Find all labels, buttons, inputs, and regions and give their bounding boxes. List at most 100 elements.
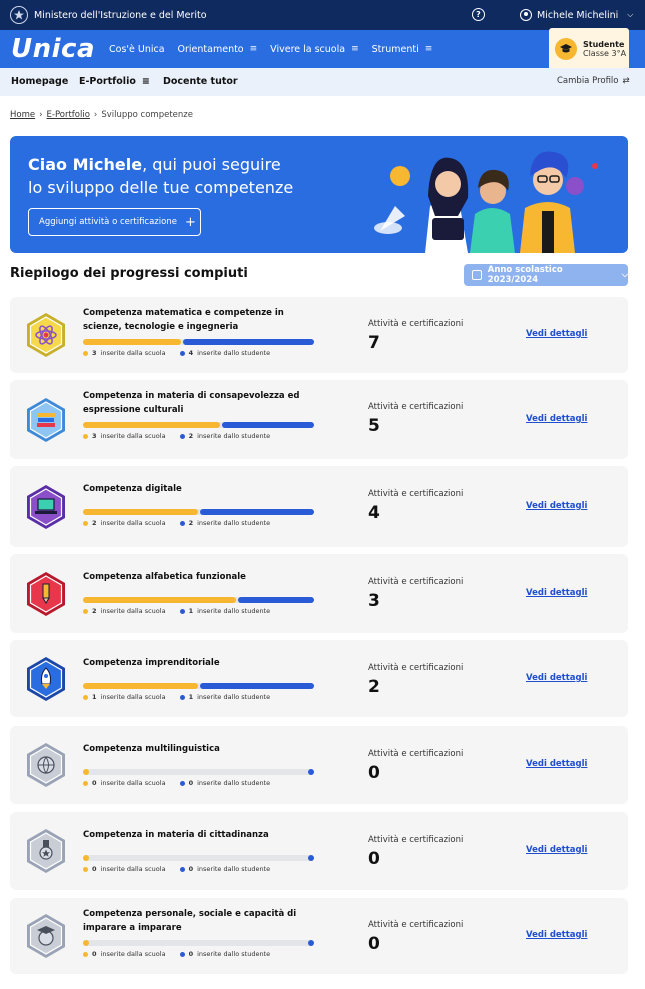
- legend-school: 2 inserite dalla scuola: [83, 519, 166, 527]
- switch-icon: ⇄: [622, 76, 630, 86]
- graduation-cap-icon: [555, 38, 577, 60]
- activities-label: Attività e certificazioni: [368, 663, 464, 673]
- competence-title: Competenza imprenditoriale: [83, 658, 220, 668]
- view-details-link[interactable]: Vedi dettagli: [526, 588, 587, 598]
- progress-bar: [83, 339, 314, 345]
- nav-item-label: Strumenti: [371, 43, 419, 55]
- progress-student-segment: [199, 683, 314, 689]
- progress-school-segment: [83, 422, 221, 428]
- student-count: 1: [188, 693, 194, 701]
- view-details-link[interactable]: Vedi dettagli: [526, 329, 587, 339]
- subnav-homepage[interactable]: Homepage: [11, 76, 68, 87]
- student-label: inserite dallo studente: [197, 693, 271, 701]
- profile-box[interactable]: Studente Classe 3°A: [549, 28, 629, 70]
- student-count: 0: [188, 779, 194, 787]
- student-dot-icon: [179, 350, 185, 356]
- breadcrumb-eportfolio[interactable]: E-Portfolio: [47, 110, 90, 120]
- progress-bar: [83, 769, 314, 775]
- school-count: 2: [92, 519, 97, 527]
- chevron-down-icon: ⌵: [621, 270, 628, 279]
- school-dot-icon: [83, 608, 88, 614]
- breadcrumb-home[interactable]: Home: [10, 110, 35, 120]
- progress-legend: 0 inserite dalla scuola 0 inserite dallo st…: [83, 950, 270, 958]
- progress-school-segment: [83, 597, 236, 603]
- profile-class: Classe 3°A: [583, 49, 627, 58]
- students-illustration: [374, 151, 598, 253]
- progress-bar: [83, 855, 314, 861]
- republic-emblem-icon: [10, 6, 28, 24]
- student-count: 1: [188, 607, 194, 615]
- progress-student-segment: [237, 597, 314, 603]
- add-activity-label: Aggiungi attività o certificazione: [39, 217, 177, 227]
- competence-title: Competenza multilinguistica: [83, 744, 220, 754]
- breadcrumb-current: Sviluppo competenze: [101, 110, 193, 120]
- student-label: inserite dallo studente: [197, 349, 271, 357]
- student-count: 0: [188, 865, 194, 873]
- progress-student-segment: [222, 422, 314, 428]
- competence-card: Competenza in materia di cittadinanza 0 in…: [10, 812, 628, 890]
- school-label: inserite dalla scuola: [100, 519, 166, 527]
- student-dot-icon: [179, 433, 185, 439]
- activities-count: 4: [368, 503, 380, 523]
- school-count: 0: [92, 950, 97, 958]
- progress-track: [83, 769, 314, 775]
- nav-item-0[interactable]: Cos'è Unica: [109, 44, 165, 55]
- competence-card: Competenza imprenditoriale 1 inserite dall…: [10, 640, 628, 717]
- progress-legend: 2 inserite dalla scuola 1 inserite dallo st…: [83, 607, 270, 615]
- legend-school: 1 inserite dalla scuola: [83, 693, 166, 701]
- nav-item-3[interactable]: Strumenti ≡: [372, 44, 433, 55]
- activities-label: Attività e certificazioni: [368, 489, 464, 499]
- school-dot-icon: [83, 951, 88, 957]
- legend-student: 2 inserite dallo studente: [179, 432, 270, 440]
- view-details-link[interactable]: Vedi dettagli: [526, 673, 587, 683]
- switch-profile-link[interactable]: Cambia Profilo ⇄: [557, 76, 630, 86]
- user-menu[interactable]: Michele Michelini ⌵: [520, 0, 633, 30]
- activities-label: Attività e certificazioni: [368, 402, 464, 412]
- school-dot-icon: [83, 694, 88, 700]
- activities-label: Attività e certificazioni: [368, 920, 464, 930]
- student-count: 0: [188, 950, 194, 958]
- progress-school-segment: [83, 683, 198, 689]
- activities-count: 0: [368, 849, 380, 869]
- subnav-docente-tutor[interactable]: Docente tutor: [163, 76, 238, 87]
- progress-legend: 0 inserite dalla scuola 0 inserite dallo st…: [83, 865, 270, 873]
- activities-label: Attività e certificazioni: [368, 319, 464, 329]
- nav-item-1[interactable]: Orientamento ≡: [178, 44, 258, 55]
- competence-card: Competenza personale, sociale e capacità…: [10, 898, 628, 974]
- student-dot-icon: [179, 951, 185, 957]
- legend-school: 0 inserite dalla scuola: [83, 779, 166, 787]
- legend-school: 0 inserite dalla scuola: [83, 950, 166, 958]
- view-details-link[interactable]: Vedi dettagli: [526, 845, 587, 855]
- view-details-link[interactable]: Vedi dettagli: [526, 501, 587, 511]
- competence-card: Competenza in materia di consapevolezza …: [10, 380, 628, 459]
- student-label: inserite dallo studente: [197, 779, 271, 787]
- legend-student: 1 inserite dallo studente: [179, 693, 271, 701]
- unica-logo[interactable]: Unica: [11, 34, 95, 64]
- switch-profile-label: Cambia Profilo: [557, 76, 619, 86]
- nav-item-2[interactable]: Vivere la scuola ≡: [270, 44, 358, 55]
- progress-bar: [83, 940, 314, 946]
- chevron-down-icon: ⌵: [627, 10, 634, 19]
- books-badge-icon: [25, 397, 67, 443]
- progress-student-dot: [308, 855, 314, 861]
- progress-school-dot: [83, 769, 89, 775]
- subnav-eportfolio-label: E-Portfolio: [79, 76, 136, 87]
- ministry-name[interactable]: Ministero dell'Istruzione e del Merito: [34, 10, 207, 21]
- competence-title: Competenza in materia di consapevolezza …: [83, 391, 300, 415]
- view-details-link[interactable]: Vedi dettagli: [526, 414, 587, 424]
- menu-icon: ≡: [424, 44, 433, 54]
- school-year-select[interactable]: Anno scolastico 2023/2024 ⌵: [464, 264, 628, 286]
- laptop-badge-icon: [25, 484, 67, 530]
- view-details-link[interactable]: Vedi dettagli: [526, 930, 587, 940]
- school-count: 2: [92, 607, 97, 615]
- student-count: 4: [188, 349, 194, 357]
- progress-bar: [83, 422, 314, 428]
- competence-card: Competenza multilinguistica 0 inserite dal…: [10, 726, 628, 804]
- school-label: inserite dalla scuola: [100, 607, 166, 615]
- add-activity-button[interactable]: Aggiungi attività o certificazione +: [28, 208, 201, 236]
- view-details-link[interactable]: Vedi dettagli: [526, 759, 587, 769]
- subnav-eportfolio[interactable]: E-Portfolio ≡: [79, 76, 150, 87]
- main-navigation: Cos'è Unica Orientamento ≡ Vivere la scuola…: [109, 30, 432, 68]
- student-count: 2: [188, 519, 194, 527]
- help-icon[interactable]: ?: [472, 8, 485, 21]
